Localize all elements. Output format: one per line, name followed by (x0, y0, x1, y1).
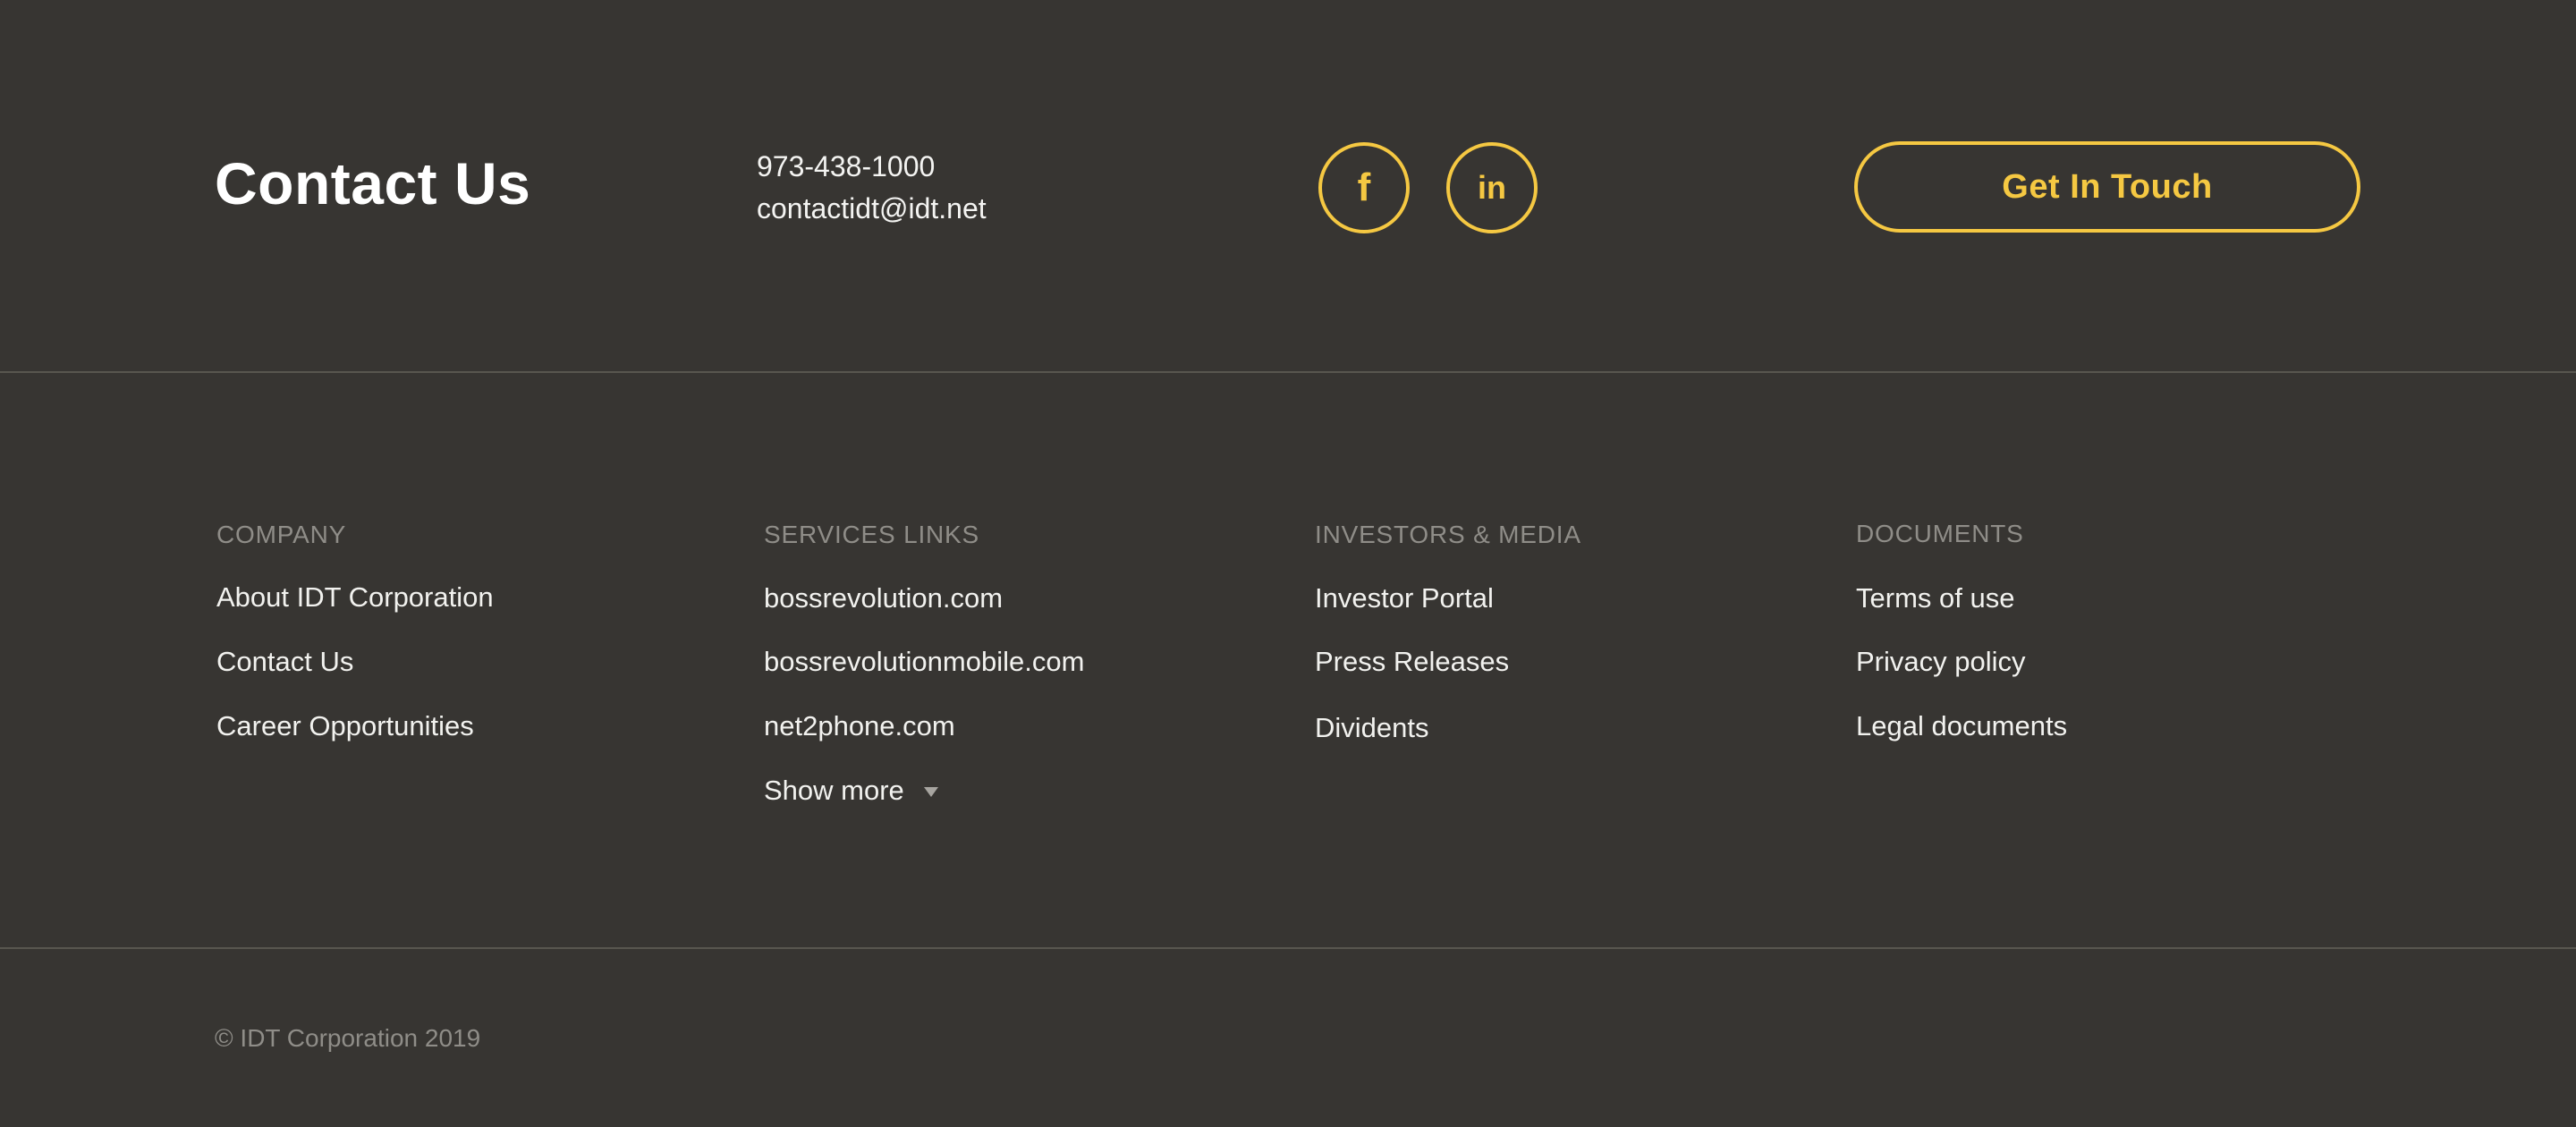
investors-heading: INVESTORS & MEDIA (1315, 521, 1581, 548)
facebook-button[interactable]: f (1318, 142, 1410, 233)
company-heading: COMPANY (216, 521, 347, 548)
link-dividents[interactable]: Dividents (1315, 710, 1429, 746)
link-privacy-policy[interactable]: Privacy policy (1856, 644, 2026, 680)
copyright-text: © IDT Corporation 2019 (215, 1024, 481, 1052)
link-investor-portal[interactable]: Investor Portal (1315, 580, 1494, 616)
divider-bottom (0, 947, 2576, 949)
linkedin-button[interactable]: in (1446, 142, 1538, 233)
link-net2phone[interactable]: net2phone.com (764, 708, 955, 744)
link-contact-us[interactable]: Contact Us (216, 644, 353, 680)
link-bossrevolutionmobile[interactable]: bossrevolutionmobile.com (764, 644, 1084, 680)
link-bossrevolution[interactable]: bossrevolution.com (764, 580, 1003, 616)
facebook-icon: f (1357, 165, 1371, 209)
contact-email[interactable]: contactidt@idt.net (757, 191, 987, 226)
link-press-releases[interactable]: Press Releases (1315, 644, 1509, 680)
services-heading: SERVICES LINKS (764, 521, 979, 548)
documents-heading: DOCUMENTS (1856, 520, 2024, 547)
show-more-label: Show more (764, 775, 904, 806)
contact-phone[interactable]: 973-438-1000 (757, 148, 935, 184)
caret-down-icon (923, 786, 938, 797)
linkedin-icon: in (1478, 169, 1506, 206)
link-about-idt[interactable]: About IDT Corporation (216, 580, 494, 615)
link-terms-of-use[interactable]: Terms of use (1856, 580, 2014, 616)
divider-top (0, 371, 2576, 373)
get-in-touch-button[interactable]: Get In Touch (1854, 141, 2360, 233)
contact-title: Contact Us (215, 150, 531, 216)
show-more-button[interactable]: Show more (764, 773, 938, 809)
link-legal-documents[interactable]: Legal documents (1856, 708, 2067, 744)
link-career-opportunities[interactable]: Career Opportunities (216, 708, 474, 744)
